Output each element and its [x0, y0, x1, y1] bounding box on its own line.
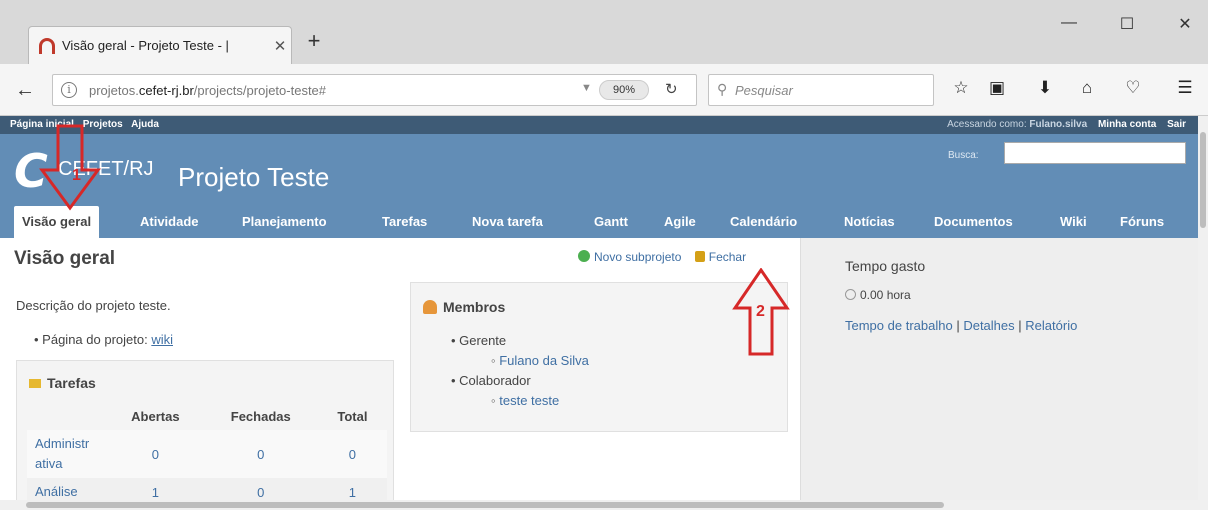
info-icon[interactable]: i	[61, 82, 77, 98]
project-homepage: • Página do projeto: wiki	[34, 332, 173, 347]
vertical-scroll-thumb[interactable]	[1200, 132, 1206, 228]
member-role: Colaborador	[451, 371, 589, 391]
column-header	[27, 403, 107, 430]
clock-icon	[845, 289, 856, 300]
tab-forums[interactable]: Fóruns	[1120, 214, 1164, 229]
member-link[interactable]: Fulano da Silva	[451, 351, 589, 371]
issues-table: Abertas Fechadas Total Administr ativa 0 …	[27, 403, 387, 506]
tab-agile[interactable]: Agile	[664, 214, 696, 229]
tab-wiki[interactable]: Wiki	[1060, 214, 1087, 229]
spent-time-links: Tempo de trabalho | Detalhes | Relatório	[845, 318, 1078, 333]
members-box-title: Membros	[423, 299, 505, 315]
top-menu-help[interactable]: Ajuda	[131, 119, 159, 130]
close-project-link[interactable]: Fechar	[709, 250, 746, 264]
main-content: Visão geral Novo subprojeto Fechar Descr…	[0, 238, 1198, 510]
open-count[interactable]: 0	[107, 430, 204, 478]
favicon-icon	[39, 37, 55, 54]
top-menu: Página inicial Projetos Ajuda Acessando …	[0, 116, 1198, 134]
download-icon[interactable]: ⬇	[1034, 78, 1056, 100]
my-account-link[interactable]: Minha conta	[1098, 119, 1156, 130]
zoom-indicator[interactable]: 90%	[599, 80, 649, 100]
column-header: Total	[337, 409, 368, 424]
maximize-button[interactable]: ☐	[1112, 14, 1142, 38]
pocket-icon[interactable]: ♡	[1122, 78, 1144, 100]
tab-gantt[interactable]: Gantt	[594, 214, 628, 229]
tab-new-issue[interactable]: Nova tarefa	[472, 214, 543, 229]
tab-activity[interactable]: Atividade	[140, 214, 199, 229]
search-icon: ⚲	[717, 81, 728, 97]
folder-icon	[29, 379, 41, 388]
browser-navbar: ← i projetos.cefet-rj.br/projects/projet…	[0, 64, 1208, 116]
reload-icon[interactable]: ↻	[665, 80, 678, 98]
search-placeholder: Pesquisar	[735, 83, 793, 98]
url-text[interactable]: projetos.cefet-rj.br/projects/projeto-te…	[89, 83, 326, 98]
cefet-logo-icon: C	[14, 144, 48, 198]
minimize-button[interactable]: —	[1054, 14, 1084, 38]
top-menu-projects[interactable]: Projetos	[83, 119, 123, 130]
logged-as-label: Acessando como: Fulano.silva	[947, 119, 1088, 130]
tab-calendar[interactable]: Calendário	[730, 214, 797, 229]
contextual-actions: Novo subprojeto Fechar	[578, 250, 746, 264]
column-header: Fechadas	[230, 409, 291, 424]
member-role: Gerente	[451, 331, 589, 351]
logo-text: CEFET/RJ	[58, 158, 154, 180]
project-search-input[interactable]	[1004, 142, 1186, 164]
search-label: Busca:	[948, 150, 979, 161]
close-window-button[interactable]: ✕	[1170, 14, 1200, 38]
top-menu-home[interactable]: Página inicial	[10, 119, 74, 130]
details-link[interactable]: Detalhes	[963, 318, 1014, 333]
closed-count[interactable]: 0	[203, 430, 318, 478]
url-dropdown-icon[interactable]: ▼	[581, 82, 592, 94]
back-arrow-icon[interactable]: ←	[12, 78, 38, 104]
vertical-scrollbar[interactable]	[1198, 116, 1208, 510]
clipboard-icon[interactable]: ▣	[986, 78, 1008, 100]
tab-title: Visão geral - Projeto Teste - |	[62, 38, 229, 53]
home-icon[interactable]: ⌂	[1076, 78, 1098, 100]
horizontal-scroll-thumb[interactable]	[26, 502, 944, 508]
homepage-link[interactable]: wiki	[151, 332, 173, 347]
new-subproject-link[interactable]: Novo subprojeto	[594, 250, 681, 264]
tab-issues[interactable]: Tarefas	[382, 214, 427, 229]
column-header: Abertas	[131, 409, 180, 424]
report-link[interactable]: Relatório	[1025, 318, 1077, 333]
issues-box: Tarefas Abertas Fechadas Total Administr…	[16, 360, 394, 510]
project-title: Projeto Teste	[178, 162, 330, 192]
browser-tab[interactable]: Visão geral - Projeto Teste - | ✕	[28, 26, 292, 64]
total-count[interactable]: 0	[317, 430, 387, 478]
logged-user[interactable]: Fulano.silva	[1029, 119, 1087, 130]
tab-planning[interactable]: Planejamento	[242, 214, 327, 229]
browser-titlebar: Visão geral - Projeto Teste - | ✕ + — ☐ …	[0, 0, 1208, 64]
members-list: Gerente Fulano da Silva Colaborador test…	[451, 331, 589, 411]
menu-icon[interactable]: ☰	[1174, 78, 1196, 100]
browser-search-field[interactable]: ⚲ Pesquisar	[708, 74, 934, 106]
horizontal-scrollbar[interactable]	[0, 500, 1198, 510]
member-link[interactable]: teste teste	[451, 391, 589, 411]
main-menu: Visão geral Atividade Planejamento Taref…	[0, 206, 1198, 238]
lock-icon	[694, 251, 705, 262]
project-header: C CEFET/RJ Projeto Teste Busca: Visão ge…	[0, 134, 1198, 238]
page-title: Visão geral	[14, 248, 116, 269]
tracker-link[interactable]: Administr ativa	[27, 430, 107, 478]
spent-time-title: Tempo gasto	[845, 258, 926, 274]
issues-box-title: Tarefas	[29, 375, 96, 391]
project-description: Descrição do projeto teste.	[16, 298, 171, 313]
spent-time-value: 0.00 hora	[845, 288, 911, 302]
url-bar[interactable]: i projetos.cefet-rj.br/projects/projeto-…	[52, 74, 697, 106]
people-icon	[423, 300, 437, 314]
tab-close-button[interactable]: ✕	[269, 37, 291, 55]
new-tab-button[interactable]: +	[302, 30, 326, 54]
table-row: Administr ativa 0 0 0	[27, 430, 387, 478]
members-box: Membros Gerente Fulano da Silva Colabora…	[410, 282, 788, 432]
tab-news[interactable]: Notícias	[844, 214, 895, 229]
logout-link[interactable]: Sair	[1167, 119, 1186, 130]
bookmark-star-icon[interactable]: ☆	[950, 78, 972, 100]
tab-documents[interactable]: Documentos	[934, 214, 1013, 229]
sidebar: Tempo gasto 0.00 hora Tempo de trabalho …	[800, 238, 1198, 500]
log-time-link[interactable]: Tempo de trabalho	[845, 318, 953, 333]
add-icon	[578, 250, 590, 262]
tab-overview[interactable]: Visão geral	[14, 206, 100, 238]
